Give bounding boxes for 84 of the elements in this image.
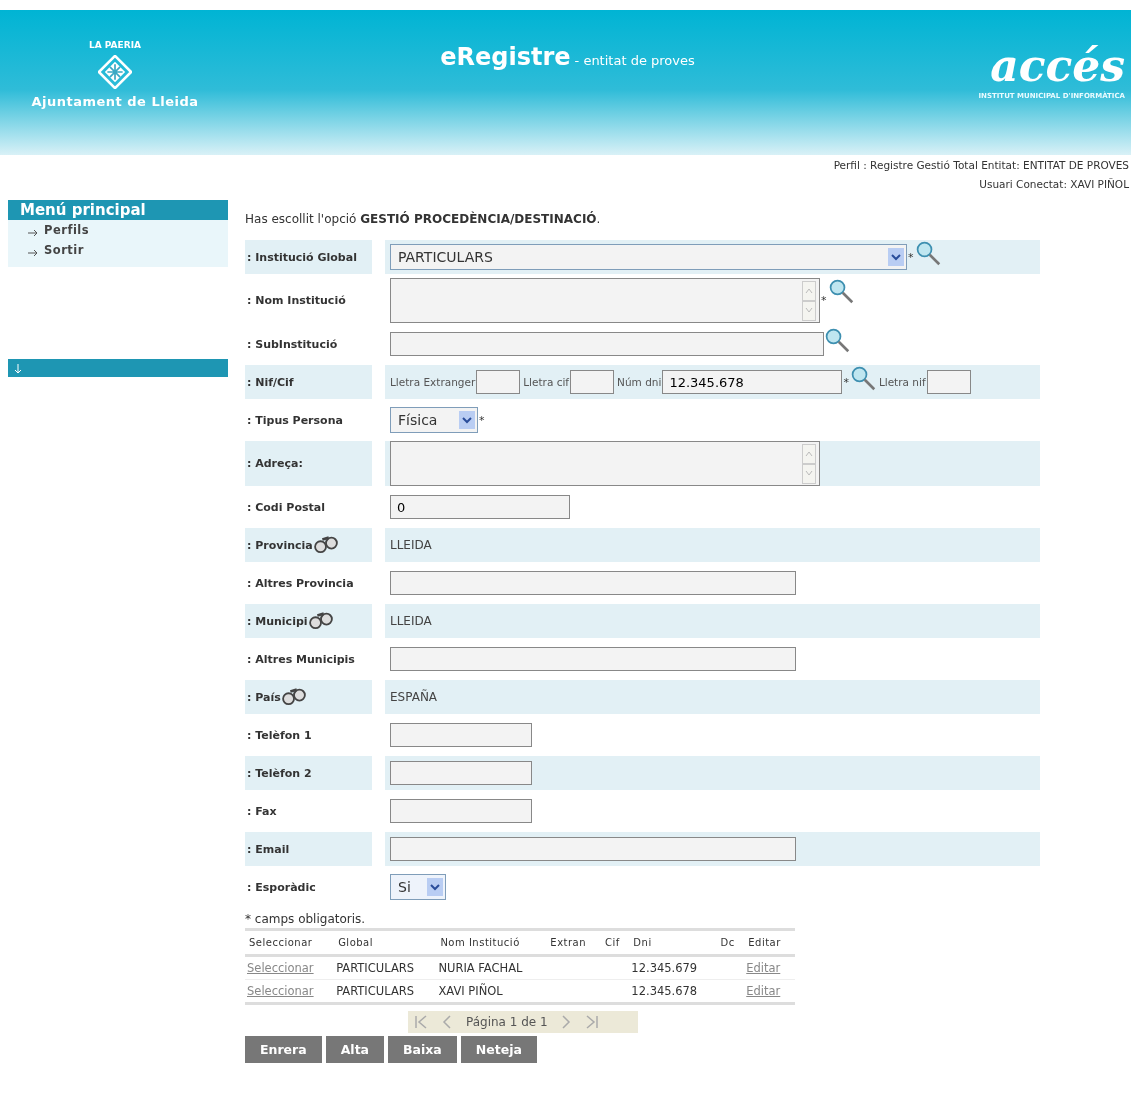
field-value: ESPAÑA: [390, 690, 438, 704]
field-label: : País: [247, 690, 281, 704]
menu-item[interactable]: Perfils: [8, 221, 228, 241]
session-info: Usuari Conectat: XAVI PIÑOL: [979, 178, 1129, 190]
table-link[interactable]: Seleccionar: [247, 984, 314, 998]
down-arrow-icon: [14, 363, 22, 373]
action-button[interactable]: Enrera: [245, 1036, 322, 1063]
field-label: : Municipi: [247, 614, 308, 628]
app-subtitle: - entitat de proves: [574, 53, 695, 68]
footnote: * camps obligatoris.: [245, 912, 367, 926]
column-header: Dc: [716, 929, 745, 956]
column-header: Cif: [600, 929, 630, 956]
field-label: Lletra cif: [523, 376, 570, 388]
field-label: : Nif/Cif: [247, 375, 294, 389]
brand-logo-text: accés: [990, 40, 1125, 91]
field-label: : Adreça:: [247, 457, 303, 470]
input-field[interactable]: [390, 837, 796, 861]
column-header: Seleccionar: [245, 929, 335, 956]
field-label: : Esporàdic: [247, 880, 316, 894]
session-info: Perfil : Registre Gestió Total Entitat: ENTITAT DE PROVES: [833, 159, 1129, 171]
input-field[interactable]: 12.345.678: [662, 370, 843, 394]
field-label: : Institució Global: [247, 250, 357, 264]
required-mark: *: [908, 250, 914, 264]
field-label: : Provincia: [247, 538, 313, 552]
column-header: Extran: [546, 929, 601, 956]
menu-item[interactable]: Sortir: [8, 241, 228, 261]
field-label: Lletra nif: [878, 376, 926, 388]
input-field[interactable]: [390, 723, 532, 747]
input-field[interactable]: [390, 799, 532, 823]
table-cell: NURIA FACHAL: [436, 955, 547, 980]
input-field[interactable]: [390, 332, 824, 356]
field-label: : Codi Postal: [247, 500, 325, 514]
text-area[interactable]: [390, 441, 820, 486]
intro-text: Has escollit l'opció GESTIÓ PROCEDÈNCIA/DESTINACIÓ.: [245, 212, 602, 226]
column-header: Dni: [629, 929, 717, 956]
field-label: : Telèfon 2: [247, 766, 312, 780]
field-label: : Email: [247, 842, 290, 856]
table-cell: XAVI PIÑOL: [436, 979, 547, 1004]
field-label: Lletra Extranger: [390, 376, 476, 388]
column-header: Editar: [744, 929, 795, 956]
input-field[interactable]: [570, 370, 615, 394]
input-field[interactable]: 0: [390, 495, 570, 519]
field-label: : Altres Municipis: [247, 652, 355, 666]
field-value: LLEIDA: [390, 614, 432, 628]
scrollbar-icon: [802, 280, 816, 321]
column-header: Global: [334, 929, 437, 956]
page-indicator: Página 1 de 1: [466, 1015, 548, 1029]
action-button[interactable]: Alta: [325, 1036, 385, 1063]
field-value: LLEIDA: [390, 538, 432, 552]
input-field[interactable]: [476, 370, 521, 394]
input-field[interactable]: [390, 647, 796, 671]
table-link[interactable]: Editar: [746, 984, 781, 998]
input-field[interactable]: [390, 761, 532, 785]
action-button[interactable]: Neteja: [460, 1036, 537, 1063]
input-field[interactable]: [390, 571, 796, 595]
text-area[interactable]: [390, 278, 820, 323]
scrollbar-icon: [802, 443, 816, 484]
field-label: : Telèfon 1: [247, 728, 312, 742]
menu-title: Menú principal: [8, 200, 228, 220]
table-link[interactable]: Seleccionar: [247, 961, 314, 975]
dropdown[interactable]: PARTICULARS: [390, 244, 907, 270]
field-label: : Nom Institució: [247, 294, 346, 307]
table-cell: PARTICULARS: [334, 955, 437, 980]
org-caption: LA PAERIA: [89, 40, 141, 50]
table-cell: PARTICULARS: [334, 979, 437, 1004]
field-label: : SubInstitució: [247, 337, 338, 351]
input-field[interactable]: [926, 370, 971, 394]
table-cell: 12.345.679: [629, 955, 717, 980]
dropdown[interactable]: Si: [390, 874, 446, 900]
field-label: : Altres Provincia: [247, 576, 354, 590]
dropdown[interactable]: Física: [390, 407, 478, 433]
table-cell: 12.345.678: [629, 979, 717, 1004]
crest-icon: [98, 55, 132, 89]
org-name: Ajuntament de Lleida: [31, 94, 199, 109]
required-mark: *: [843, 375, 849, 389]
app-title: eRegistre: [440, 43, 571, 71]
field-label: : Fax: [247, 804, 277, 818]
table-link[interactable]: Editar: [746, 961, 781, 975]
column-header: Nom Institució: [436, 929, 547, 956]
required-mark: *: [479, 413, 485, 427]
action-button[interactable]: Baixa: [388, 1036, 457, 1063]
field-label: Núm dni: [617, 376, 662, 388]
required-mark: *: [821, 294, 827, 307]
field-label: : Tipus Persona: [247, 413, 343, 427]
